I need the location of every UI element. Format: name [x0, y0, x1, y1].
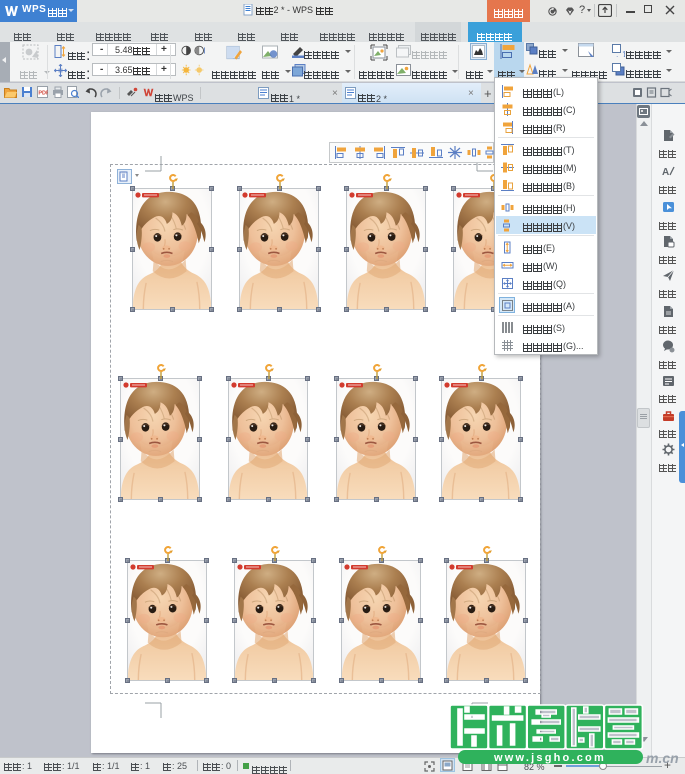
- svg-text:PDF: PDF: [38, 91, 48, 97]
- svg-text:m.cn: m.cn: [646, 750, 679, 766]
- svg-text:A: A: [662, 167, 669, 178]
- svg-text:www.jsgho.com: www.jsgho.com: [493, 752, 606, 764]
